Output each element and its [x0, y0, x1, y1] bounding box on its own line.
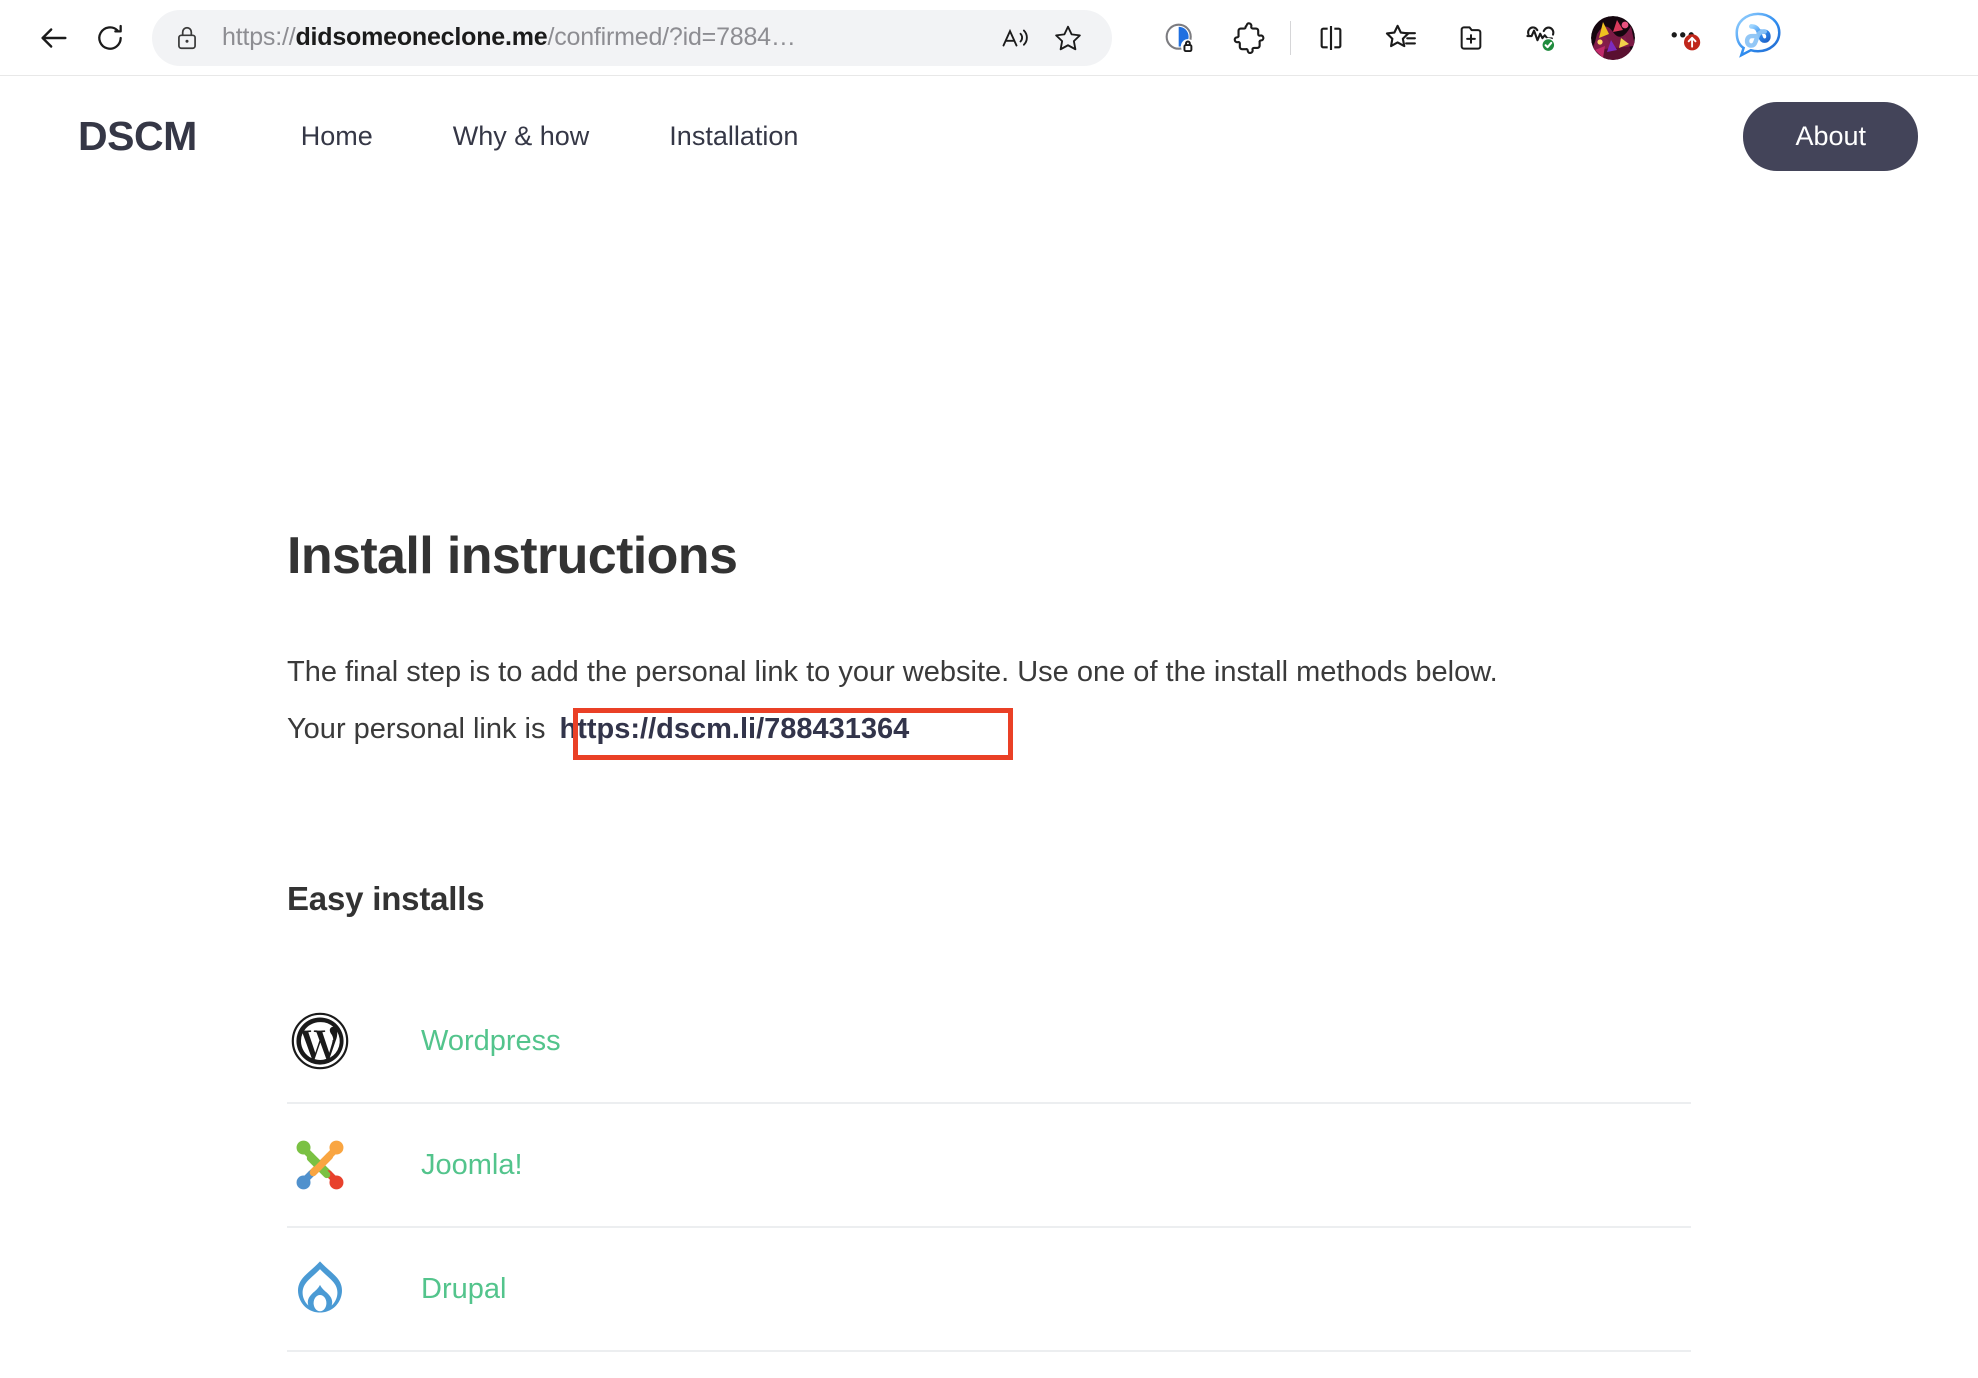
install-label-joomla[interactable]: Joomla! [421, 1149, 523, 1182]
collections-icon[interactable] [1443, 10, 1499, 66]
intro-line-1: The final step is to add the personal li… [287, 656, 1498, 688]
personal-link-value: https://dscm.li/788431364 [559, 713, 910, 745]
read-aloud-icon[interactable] [992, 14, 1040, 62]
nav-link-why-how[interactable]: Why & how [413, 121, 630, 152]
address-bar[interactable]: https://didsomeoneclone.me/confirmed/?id… [152, 9, 1112, 66]
install-row-drupal[interactable]: Drupal [287, 1228, 1691, 1352]
tracking-prevention-icon[interactable] [1152, 10, 1208, 66]
install-label-wordpress[interactable]: Wordpress [421, 1025, 561, 1058]
site-logo[interactable]: DSCM [78, 113, 197, 160]
refresh-button[interactable] [82, 10, 138, 66]
browser-action-icons [1130, 7, 1952, 69]
intro-paragraph: The final step is to add the personal li… [287, 644, 1707, 758]
browser-toolbar: https://didsomeoneclone.me/confirmed/?id… [0, 0, 1978, 76]
install-row-joomla[interactable]: Joomla! [287, 1104, 1691, 1228]
site-header: DSCM Home Why & how Installation About [0, 76, 1978, 196]
address-bar-url: https://didsomeoneclone.me/confirmed/?id… [222, 23, 992, 52]
page-body: DSCM Home Why & how Installation About I… [0, 76, 1978, 1378]
site-lock-icon [174, 24, 200, 52]
easy-installs-heading: Easy installs [287, 880, 485, 917]
split-screen-icon[interactable] [1303, 10, 1359, 66]
back-button[interactable] [26, 10, 82, 66]
url-path: /confirmed/?id=7884… [547, 23, 796, 51]
favorite-star-icon[interactable] [1044, 14, 1092, 62]
about-button[interactable]: About [1743, 101, 1918, 171]
copilot-icon[interactable] [1727, 7, 1789, 69]
address-bar-actions [992, 14, 1092, 62]
url-host: didsomeoneclone.me [295, 23, 548, 51]
install-row-google-tag-manager[interactable]: Google Tag Manager [287, 1352, 1691, 1378]
url-scheme: https:// [222, 23, 296, 51]
main-content: Install instructions The final step is t… [0, 196, 1978, 1378]
drupal-icon [289, 1258, 351, 1320]
profile-avatar[interactable] [1591, 15, 1635, 60]
settings-more-icon[interactable] [1657, 10, 1713, 66]
install-row-wordpress[interactable]: Wordpress [287, 980, 1691, 1104]
toolbar-divider [1290, 20, 1291, 55]
nav-link-installation[interactable]: Installation [629, 121, 838, 152]
extensions-icon[interactable] [1222, 10, 1278, 66]
main-navigation: Home Why & how Installation [261, 121, 839, 152]
browser-essentials-icon[interactable] [1513, 10, 1569, 66]
install-methods-list: Wordpress Joomla! Drupal [287, 980, 1691, 1378]
intro-line-2-prefix: Your personal link is [287, 713, 554, 745]
page-title: Install instructions [287, 527, 738, 585]
install-label-drupal[interactable]: Drupal [421, 1273, 506, 1306]
joomla-icon [289, 1134, 351, 1196]
nav-link-home[interactable]: Home [261, 121, 413, 152]
favorites-icon[interactable] [1373, 10, 1429, 66]
wordpress-icon [289, 1010, 351, 1072]
